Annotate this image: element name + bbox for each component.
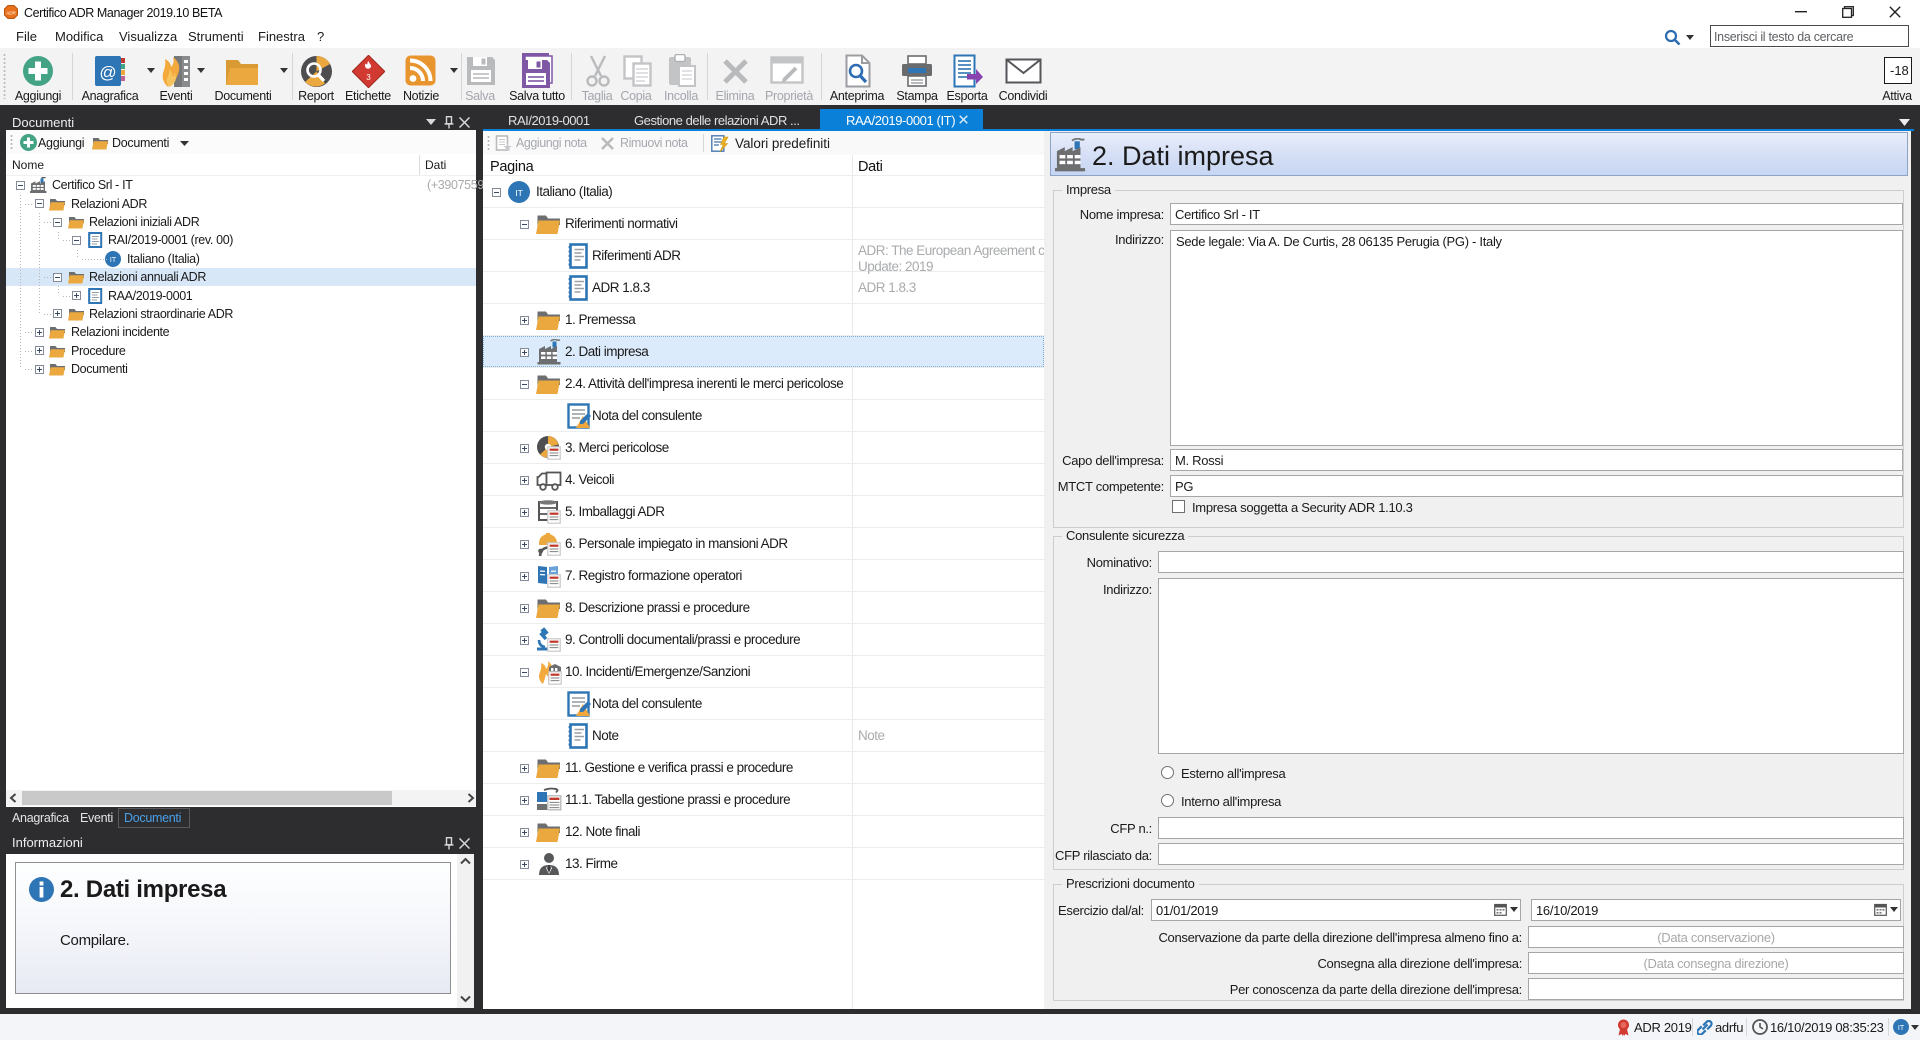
svg-text:IT: IT <box>110 257 117 264</box>
svg-text:@: @ <box>99 63 116 82</box>
svg-text:IT: IT <box>515 188 523 198</box>
svg-text:ADR: ADR <box>6 11 16 16</box>
svg-text:IT: IT <box>1898 1025 1905 1032</box>
svg-text:3: 3 <box>366 73 371 82</box>
